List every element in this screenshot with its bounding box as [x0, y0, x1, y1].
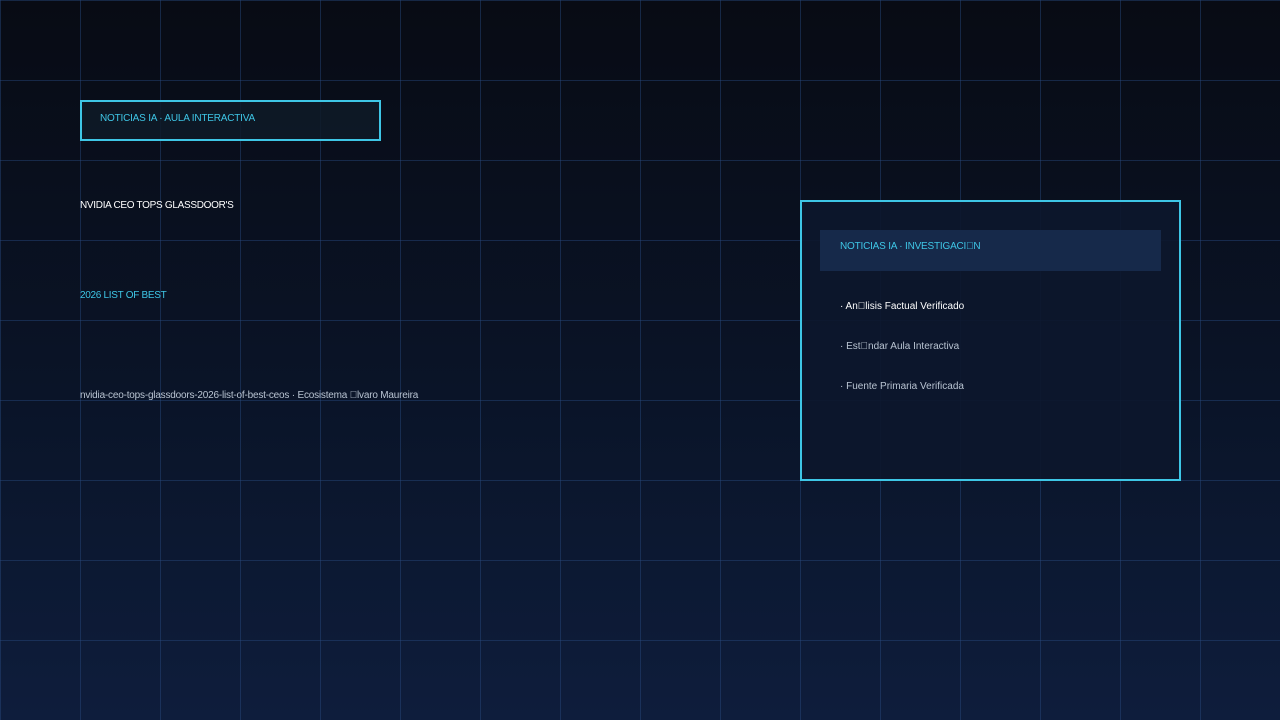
article-slug-credit: nvidia-ceo-tops-glassdoors-2026-list-of-… — [80, 390, 419, 401]
research-panel: NOTICIAS IA · INVESTIGACI N · An lisis F… — [800, 200, 1181, 481]
research-panel-header: NOTICIAS IA · INVESTIGACI N — [820, 230, 1161, 271]
headline-line-2: 2026 LIST OF BEST — [80, 290, 167, 301]
panel-list-item: · An lisis Factual Verificado — [840, 301, 965, 312]
panel-list-item: · Fuente Primaria Verificada — [840, 381, 964, 392]
headline-line-1: NVIDIA CEO TOPS GLASSDOOR'S — [80, 200, 234, 211]
research-panel-title: NOTICIAS IA · INVESTIGACI N — [840, 241, 981, 252]
category-tag-label: NOTICIAS IA · AULA INTERACTIVA — [100, 113, 255, 124]
panel-list-item: · Est ndar Aula Interactiva — [840, 341, 960, 352]
category-tag: NOTICIAS IA · AULA INTERACTIVA — [80, 100, 381, 141]
